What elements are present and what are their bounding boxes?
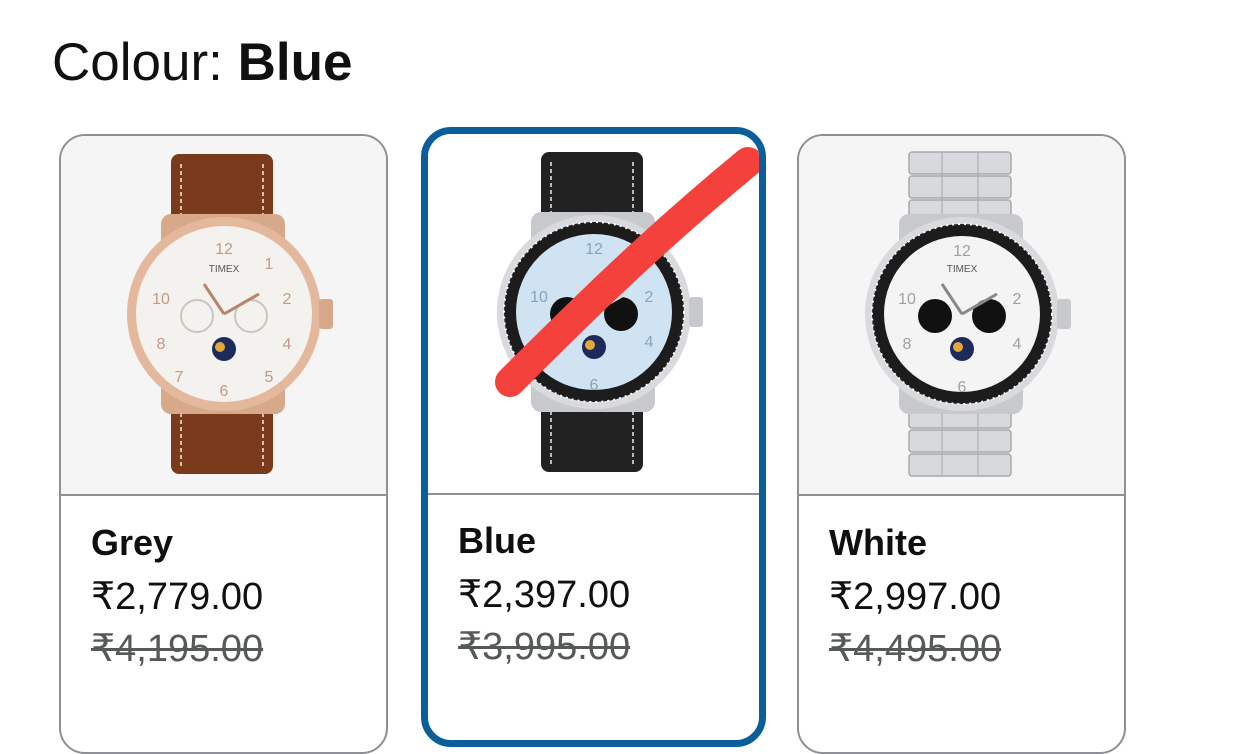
svg-text:5: 5 [264, 369, 273, 386]
variant-image-blue: 12 2 4 6 8 10 [428, 134, 759, 495]
variant-card-blue[interactable]: 12 2 4 6 8 10 Blue ₹2,397.00 ₹3,995.00 [421, 127, 766, 747]
svg-text:10: 10 [152, 291, 170, 308]
variant-name: Blue [458, 520, 537, 561]
svg-text:6: 6 [219, 383, 228, 400]
svg-text:6: 6 [957, 379, 966, 396]
variant-image-grey: 12 1 2 456 7 8 10 TIMEX [61, 136, 386, 496]
svg-text:12: 12 [953, 243, 971, 260]
colour-label: Colour: [52, 33, 223, 92]
variant-image-white: 12 2 4 6 8 10 TIMEX [799, 136, 1124, 496]
variant-card-white[interactable]: 12 2 4 6 8 10 TIMEX White ₹2,997.00 ₹4,495.0… [797, 134, 1126, 754]
svg-text:2: 2 [1012, 291, 1021, 308]
svg-text:TIMEX: TIMEX [208, 264, 239, 275]
svg-text:TIMEX: TIMEX [946, 264, 977, 275]
variant-price: ₹2,779.00 [91, 576, 264, 618]
variant-mrp: ₹3,995.00 [458, 626, 631, 668]
svg-text:12: 12 [215, 241, 233, 258]
variant-card-grey[interactable]: 12 1 2 456 7 8 10 TIMEX Grey ₹2,779.00 ₹4,19… [59, 134, 388, 754]
svg-text:10: 10 [898, 291, 916, 308]
watch-image-icon: 1212 456 7810 TIMEX [126, 154, 333, 474]
strike-annotation-icon [495, 147, 759, 397]
svg-text:4: 4 [282, 336, 291, 353]
svg-text:7: 7 [174, 369, 183, 386]
svg-text:4: 4 [1012, 336, 1021, 353]
variant-price: ₹2,997.00 [829, 576, 1002, 618]
variant-name: White [829, 522, 927, 563]
variant-price: ₹2,397.00 [458, 574, 631, 616]
variant-name: Grey [91, 522, 174, 563]
variant-mrp: ₹4,495.00 [829, 628, 1002, 670]
watch-image-icon: 12 2 4 6 8 10 TIMEX [864, 151, 1071, 477]
svg-text:8: 8 [902, 336, 911, 353]
variant-mrp: ₹4,195.00 [91, 628, 264, 670]
svg-text:1: 1 [264, 256, 273, 273]
svg-text:8: 8 [156, 336, 165, 353]
selected-colour-value: Blue [237, 33, 353, 92]
svg-text:2: 2 [282, 291, 291, 308]
colour-heading: Colour: Blue [52, 30, 352, 96]
